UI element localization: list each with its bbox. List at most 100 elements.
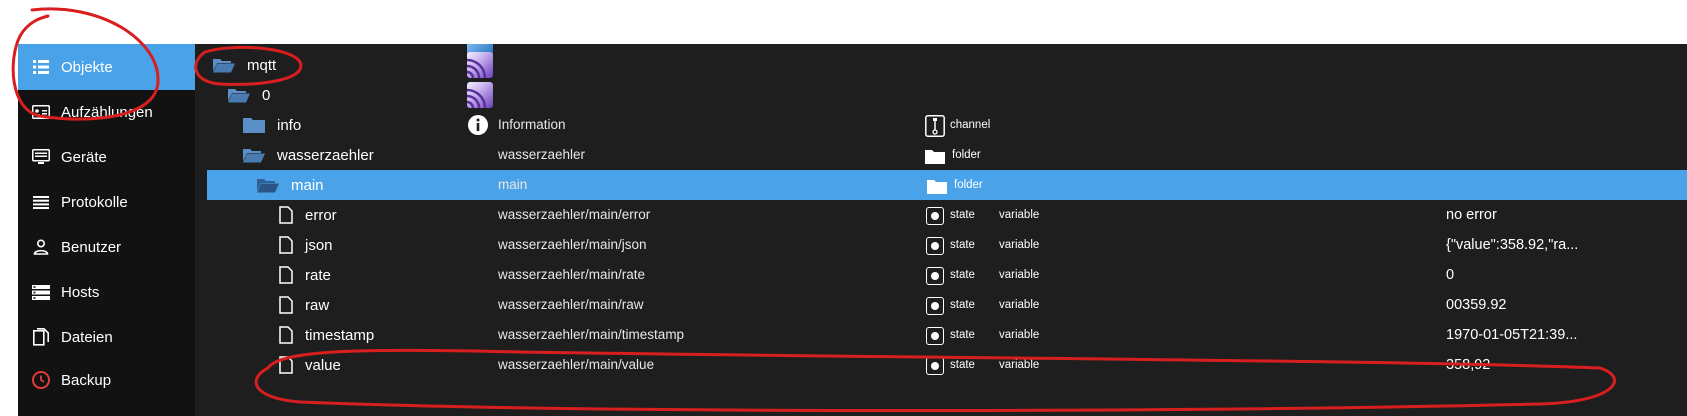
tree-row-name: rate <box>305 267 331 284</box>
tree-row-name: mqtt <box>247 57 277 74</box>
tree-row-json[interactable]: json wasserzaehler/main/json state varia… <box>195 230 1687 260</box>
hosts-icon <box>30 281 52 303</box>
sidebar-item-objekte[interactable]: Objekte <box>18 44 195 90</box>
folder-open-icon <box>213 54 235 76</box>
tree-row-rate[interactable]: rate wasserzaehler/main/rate state varia… <box>195 260 1687 290</box>
tree-row-info[interactable]: info Information channel <box>195 110 1687 140</box>
sidebar-item-label: Geräte <box>61 148 107 166</box>
tree-row-error[interactable]: error wasserzaehler/main/error state var… <box>195 200 1687 230</box>
state-icon <box>924 325 946 347</box>
list-icon <box>30 56 52 78</box>
tree-row-description: Information <box>498 117 566 132</box>
tree-row-description: wasserzaehler <box>498 147 586 162</box>
state-icon <box>924 235 946 257</box>
tree-row-mqtt[interactable]: mqtt <box>195 50 1687 80</box>
user-icon <box>30 236 52 258</box>
tree-row-value[interactable]: no error <box>1446 207 1604 223</box>
app-window: Objekte Aufzählungen Geräte Protokolle B… <box>18 44 1687 416</box>
sidebar-item-label: Hosts <box>61 283 100 301</box>
tree-row-name: wasserzaehler <box>277 147 374 164</box>
files-icon <box>30 326 52 348</box>
tree-row-description: wasserzaehler/main/rate <box>498 267 646 282</box>
tree-row-instance-0[interactable]: 0 <box>195 80 1687 110</box>
tree-row-value[interactable]: value wasserzaehler/main/value state var… <box>195 350 1687 380</box>
file-icon <box>275 324 297 346</box>
folder-open-icon <box>243 144 265 166</box>
tree-row-role: variable <box>999 359 1040 371</box>
sidebar: Objekte Aufzählungen Geräte Protokolle B… <box>18 44 195 416</box>
tree-row-type: state <box>950 359 975 371</box>
file-icon <box>275 294 297 316</box>
tree-row-wasserzaehler[interactable]: wasserzaehler wasserzaehler folder <box>195 140 1687 170</box>
tree-row-main[interactable]: main main folder <box>207 170 1687 200</box>
state-icon <box>924 295 946 317</box>
sidebar-item-aufzaehlungen[interactable]: Aufzählungen <box>18 89 195 135</box>
sidebar-item-dateien[interactable]: Dateien <box>18 314 195 360</box>
tree-row-role: variable <box>999 239 1040 251</box>
tree-row-type: state <box>950 329 975 341</box>
device-icon <box>30 146 52 168</box>
file-icon <box>275 354 297 376</box>
tree-row-role: variable <box>999 299 1040 311</box>
tree-row-value[interactable]: 00359.92 <box>1446 297 1604 313</box>
tree-row-name: value <box>305 357 341 374</box>
tree-row-name: error <box>305 207 337 224</box>
tree-row-value[interactable]: 358,92 <box>1446 357 1604 373</box>
tree-row-type: state <box>950 209 975 221</box>
channel-icon <box>924 115 946 137</box>
backup-icon <box>30 369 52 391</box>
tree-row-description: wasserzaehler/main/timestamp <box>498 327 685 342</box>
sidebar-item-label: Protokolle <box>61 193 128 211</box>
tree-row-type: state <box>950 239 975 251</box>
file-icon <box>275 234 297 256</box>
folder-type-icon <box>924 145 946 167</box>
tree-row-type: state <box>950 269 975 281</box>
folder-icon <box>243 114 265 136</box>
tree-row-role: variable <box>999 329 1040 341</box>
tree-row-role: variable <box>999 209 1040 221</box>
object-tree: mqtt 0 info Information channel wasserza… <box>195 44 1687 416</box>
sidebar-item-label: Objekte <box>61 58 113 76</box>
tree-row-name: json <box>305 237 333 254</box>
tree-row-description: wasserzaehler/main/raw <box>498 297 644 312</box>
sidebar-item-label: Dateien <box>61 328 113 346</box>
tree-row-description: wasserzaehler/main/value <box>498 357 655 372</box>
tree-row-value[interactable]: 0 <box>1446 267 1604 283</box>
tree-row-value[interactable]: 1970-01-05T21:39... <box>1446 327 1604 343</box>
sidebar-item-label: Benutzer <box>61 238 122 256</box>
sidebar-item-label: Aufzählungen <box>61 103 153 121</box>
tree-row-description: wasserzaehler/main/error <box>498 207 651 222</box>
tree-row-name: main <box>291 177 324 194</box>
tree-row-value[interactable]: {"value":358.92,"ra... <box>1446 237 1604 253</box>
sidebar-item-benutzer[interactable]: Benutzer <box>18 224 195 270</box>
sidebar-item-label: Backup <box>61 371 112 389</box>
tree-row-type: channel <box>950 119 991 131</box>
sidebar-item-geraete[interactable]: Geräte <box>18 134 195 180</box>
tree-row-raw[interactable]: raw wasserzaehler/main/raw state variabl… <box>195 290 1687 320</box>
tree-row-type: folder <box>954 179 983 191</box>
enum-icon <box>30 101 52 123</box>
tree-row-name: info <box>277 117 302 134</box>
file-icon <box>275 264 297 286</box>
tree-row-timestamp[interactable]: timestamp wasserzaehler/main/timestamp s… <box>195 320 1687 350</box>
sidebar-item-protokolle[interactable]: Protokolle <box>18 179 195 225</box>
tree-row-description: wasserzaehler/main/json <box>498 237 647 252</box>
state-icon <box>924 265 946 287</box>
tree-row-type: state <box>950 299 975 311</box>
folder-open-icon <box>228 84 250 106</box>
mqtt-adapter-logo-icon <box>467 52 493 78</box>
tree-row-type: folder <box>952 149 981 161</box>
tree-row-name: timestamp <box>305 327 375 344</box>
state-icon <box>924 355 946 377</box>
info-icon <box>467 114 489 136</box>
sidebar-item-hosts[interactable]: Hosts <box>18 269 195 315</box>
tree-row-role: variable <box>999 269 1040 281</box>
tree-row-name: raw <box>305 297 330 314</box>
tree-row-name: 0 <box>262 87 271 104</box>
folder-open-icon <box>257 174 279 196</box>
tree-row-description: main <box>498 177 528 192</box>
folder-type-icon <box>926 175 948 197</box>
state-icon <box>924 205 946 227</box>
log-icon <box>30 191 52 213</box>
sidebar-item-backup[interactable]: Backup <box>18 357 195 403</box>
